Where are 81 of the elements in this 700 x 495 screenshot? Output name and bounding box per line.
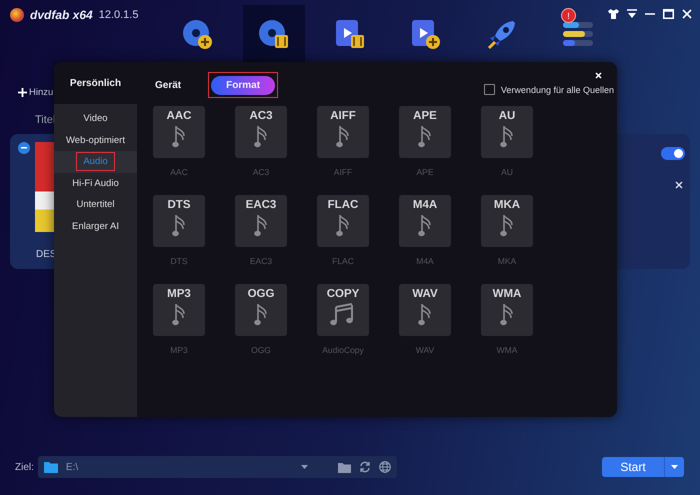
alert-badge[interactable]: !	[561, 8, 576, 23]
refresh-icon[interactable]	[358, 461, 371, 473]
sidebar-item[interactable]: Video	[54, 108, 137, 130]
disc-icon	[181, 18, 215, 50]
music-note-icon	[418, 214, 432, 238]
close-button[interactable]	[593, 70, 604, 81]
format-label: OGG	[251, 345, 271, 357]
music-notes-icon	[330, 303, 356, 327]
format-tile[interactable]: M4A	[399, 195, 451, 247]
format-label: MKA	[498, 256, 516, 268]
sidebar-heading: Persönlich	[54, 62, 137, 104]
music-note-icon	[254, 214, 268, 238]
music-note-icon	[172, 125, 186, 149]
sidebar-item[interactable]: Audio	[54, 151, 137, 172]
format-label: MP3	[170, 345, 188, 357]
format-tile[interactable]: OGG	[235, 284, 287, 336]
version-label: 12.0.1.5	[98, 9, 138, 21]
format-tile[interactable]: AAC	[153, 106, 205, 158]
format-tile[interactable]: WMA	[481, 284, 533, 336]
format-tile[interactable]: EAC3	[235, 195, 287, 247]
format-label: EAC3	[250, 256, 272, 268]
music-note-icon	[254, 125, 268, 149]
music-note-icon	[500, 303, 514, 327]
format-tile[interactable]: WAV	[399, 284, 451, 336]
music-note-icon	[500, 125, 514, 149]
folder-icon[interactable]	[338, 462, 351, 472]
sidebar-item[interactable]: Enlarger AI	[54, 216, 137, 237]
caret-icon[interactable]	[300, 465, 308, 469]
format-label: AAC	[170, 167, 188, 179]
sidebar-item[interactable]: Web-optimiert	[54, 130, 137, 151]
collapse-icon[interactable]	[18, 142, 30, 154]
disc-icon	[257, 18, 291, 50]
sidebar-item[interactable]: Untertitel	[54, 194, 137, 216]
close-icon[interactable]	[675, 181, 683, 189]
tab[interactable]: Gerät	[155, 76, 182, 95]
format-tile[interactable]: DTS	[153, 195, 205, 247]
format-label: AIFF	[334, 167, 352, 179]
shirt-icon[interactable]	[608, 9, 619, 19]
tab[interactable]: Format	[211, 76, 276, 95]
format-label: WMA	[496, 345, 518, 357]
globe-icon[interactable]	[378, 461, 391, 473]
format-label: AudioCopy	[322, 345, 364, 357]
format-label: AU	[501, 167, 513, 179]
toggle-switch[interactable]	[661, 147, 685, 160]
film-icon	[409, 18, 443, 50]
format-tile[interactable]: MKA	[481, 195, 533, 247]
checkbox[interactable]	[484, 84, 495, 95]
checkbox-label: Verwendung für alle Quellen	[500, 84, 614, 94]
music-note-icon	[418, 125, 432, 149]
sidebar-item[interactable]: Hi-Fi Audio	[54, 172, 137, 194]
format-label: M4A	[416, 256, 434, 268]
app-logo: dvdfab x64	[30, 8, 93, 22]
format-tile[interactable]: FLAC	[317, 195, 369, 247]
music-note-icon	[172, 303, 186, 327]
music-note-icon	[172, 214, 186, 238]
format-label: APE	[416, 167, 434, 179]
format-tile[interactable]: AU	[481, 106, 533, 158]
nav-tab[interactable]	[243, 5, 305, 62]
music-note-icon	[336, 125, 350, 149]
output-path-field[interactable]: E:\	[38, 456, 397, 478]
film-icon	[333, 18, 367, 50]
music-note-icon	[418, 303, 432, 327]
format-tile[interactable]: AIFF	[317, 106, 369, 158]
target-label: Ziel:	[15, 462, 34, 472]
music-note-icon	[254, 303, 268, 327]
add-button[interactable]: Hinzu	[29, 87, 54, 98]
music-note-icon	[500, 214, 514, 238]
format-tile[interactable]: APE	[399, 106, 451, 158]
format-label: FLAC	[332, 256, 354, 268]
folder-icon	[44, 461, 58, 473]
dropdown-icon[interactable]	[627, 9, 637, 19]
plus-icon[interactable]	[18, 88, 27, 97]
music-note-icon	[336, 214, 350, 238]
format-tile[interactable]: COPY	[317, 284, 369, 336]
format-label: WAV	[416, 345, 434, 357]
logo-icon	[10, 8, 24, 22]
format-tile[interactable]: MP3	[153, 284, 205, 336]
format-label: DTS	[170, 256, 188, 268]
maximize-icon[interactable]	[663, 9, 674, 19]
format-tile[interactable]: AC3	[235, 106, 287, 158]
format-label: AC3	[252, 167, 270, 179]
